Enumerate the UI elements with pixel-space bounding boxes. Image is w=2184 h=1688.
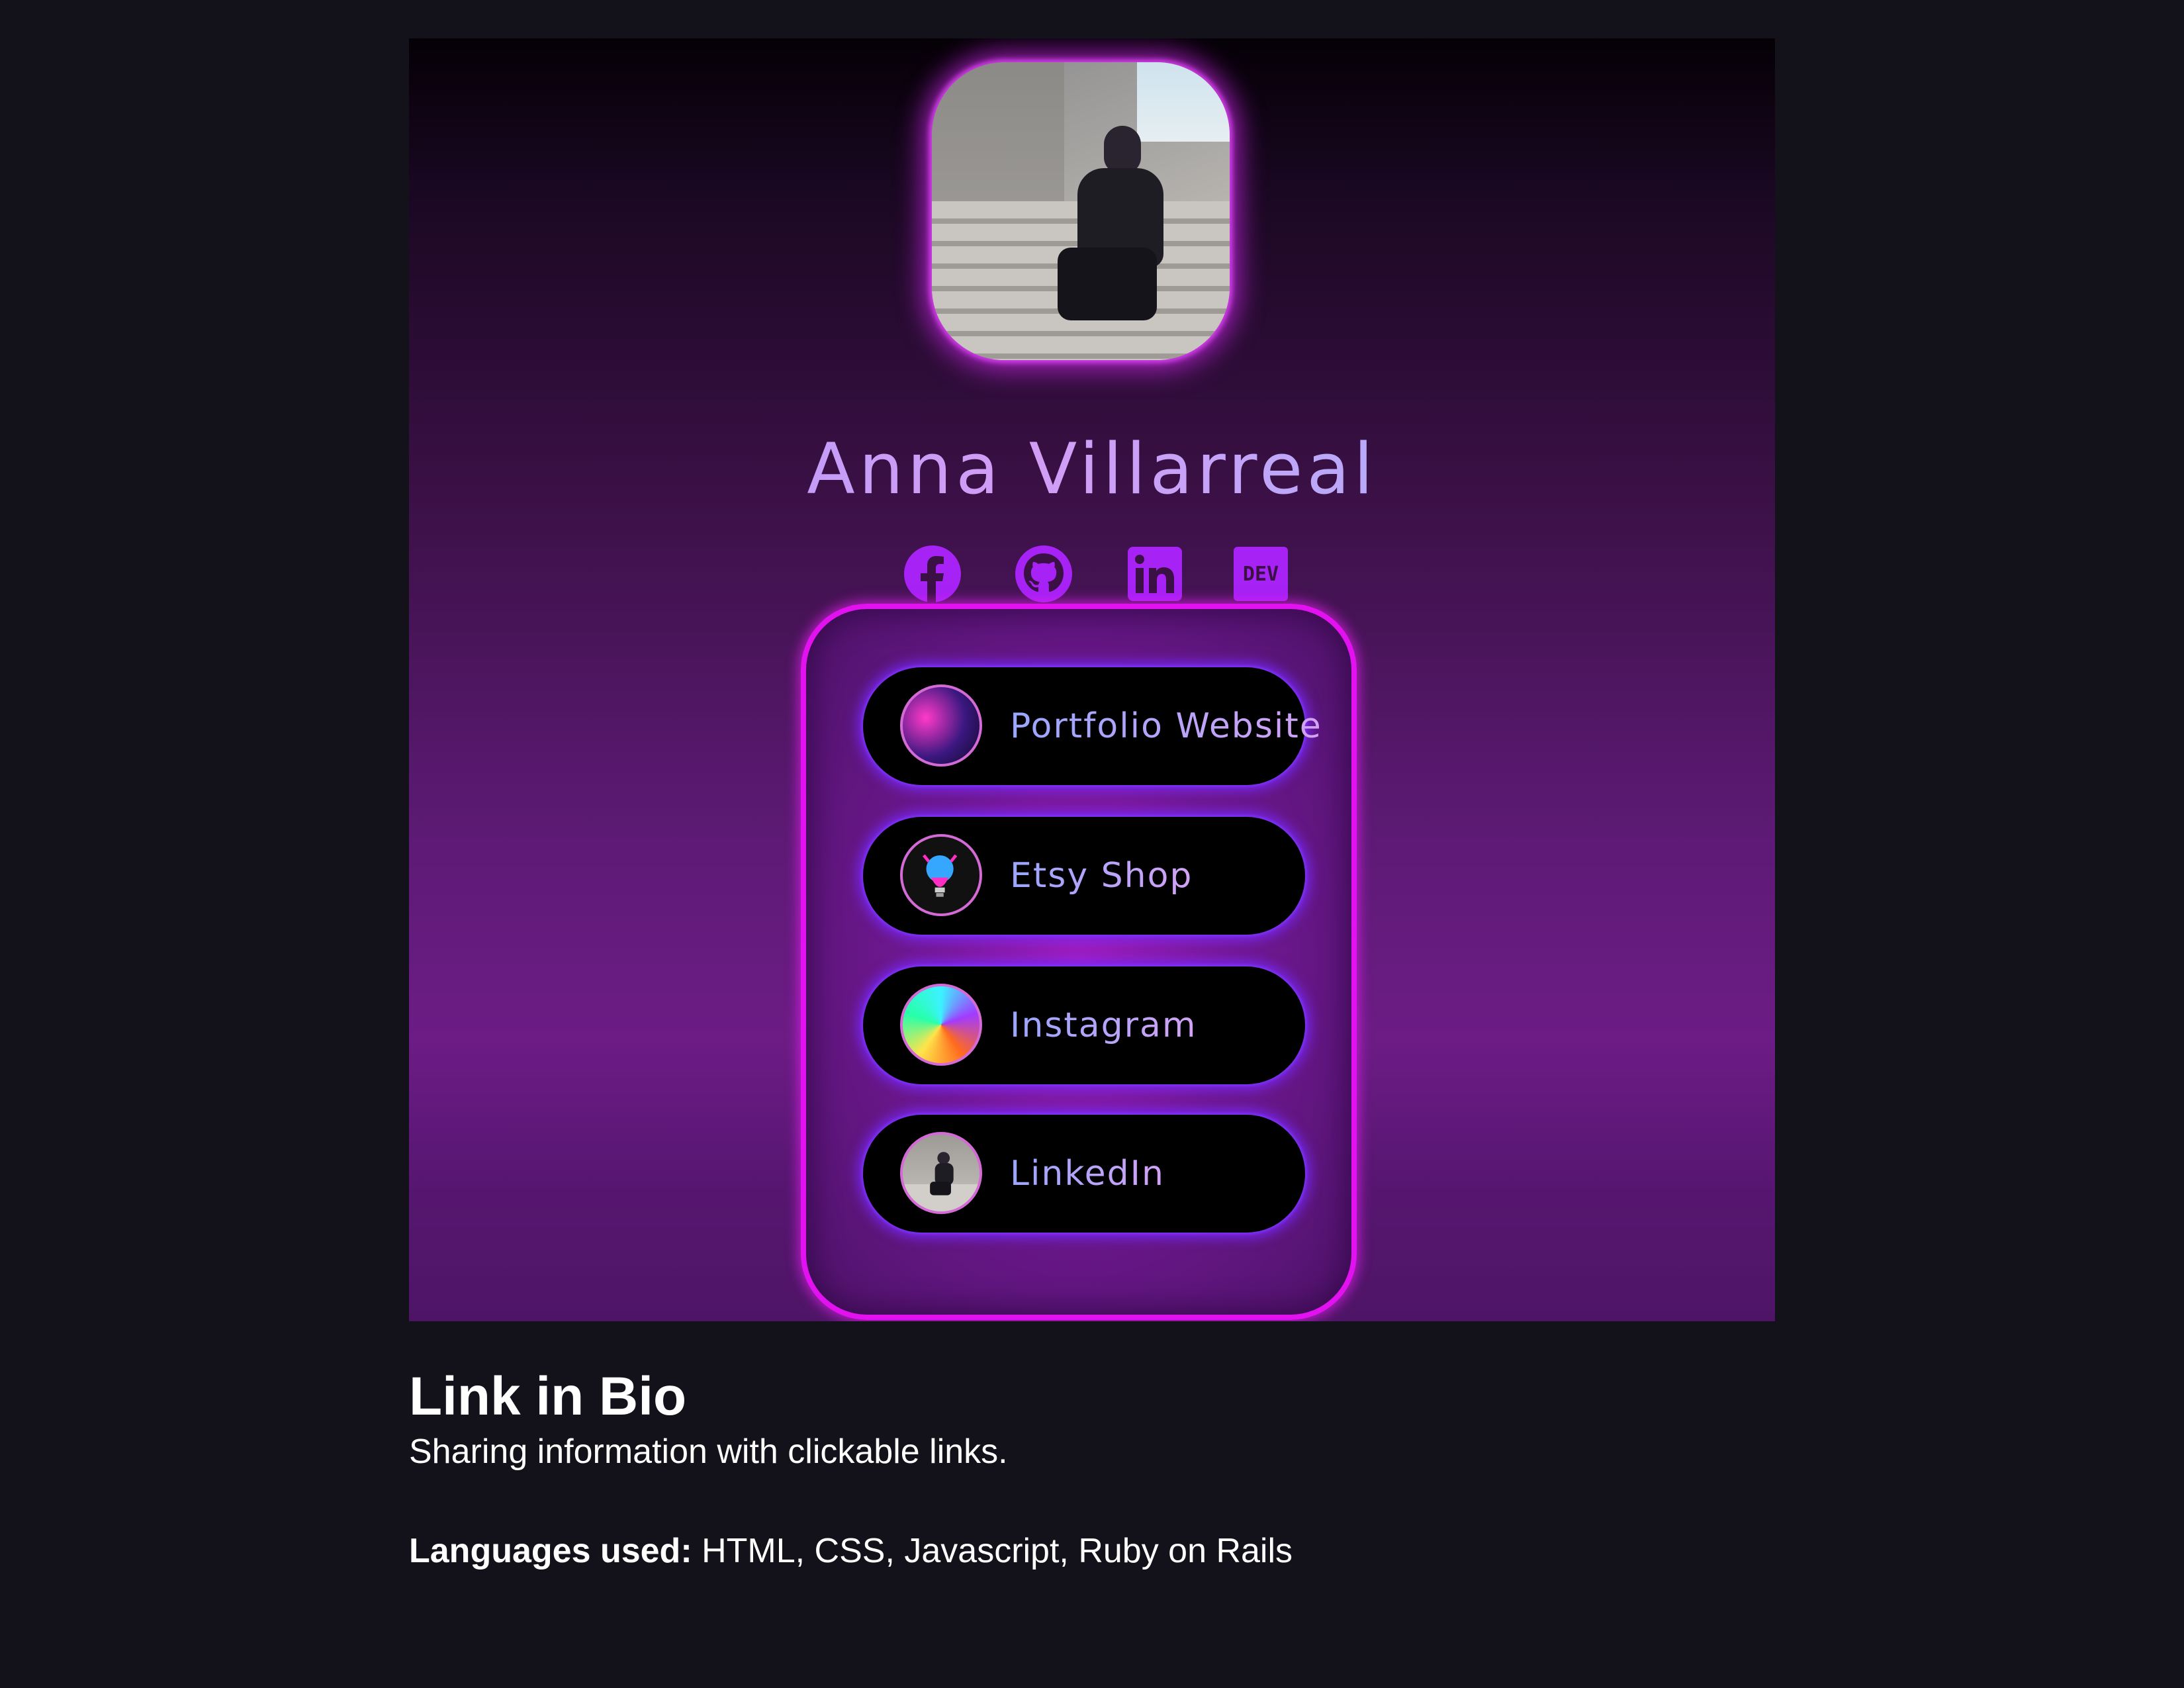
project-title: Link in Bio [409,1366,687,1427]
languages-value: HTML, CSS, Javascript, Ruby on Rails [692,1532,1293,1570]
link-label-linkedin: LinkedIn [1010,1115,1165,1233]
portfolio-thumbnail [900,684,982,767]
etsy-thumbnail [900,834,982,916]
link-label-etsy: Etsy Shop [1010,817,1193,935]
instagram-thumbnail [900,984,982,1066]
languages-line: Languages used: HTML, CSS, Javascript, R… [409,1529,1997,1573]
links-card: Portfolio Website Etsy Shop Instagram Li… [801,604,1357,1320]
link-button-instagram[interactable]: Instagram [863,966,1305,1084]
project-caption: Link in Bio Sharing information with cli… [409,1364,1997,1573]
link-label-portfolio: Portfolio Website [1010,667,1322,785]
linkedin-icon[interactable] [1125,544,1185,604]
link-button-etsy[interactable]: Etsy Shop [863,817,1305,935]
link-button-linkedin[interactable]: LinkedIn [863,1115,1305,1233]
project-preview: Anna Villarreal DEV Portfolio Website Et… [409,38,1775,1321]
profile-avatar [932,62,1230,360]
facebook-icon[interactable] [903,544,962,604]
github-icon[interactable] [1014,544,1073,604]
languages-label: Languages used: [409,1532,692,1570]
link-label-instagram: Instagram [1010,966,1197,1084]
dev-icon[interactable]: DEV [1231,544,1291,604]
dev-icon-label: DEV [1243,563,1279,586]
profile-name: Anna Villarreal [409,426,1775,512]
project-description: Sharing information with clickable links… [409,1432,1008,1471]
link-button-portfolio[interactable]: Portfolio Website [863,667,1321,785]
linkedin-thumbnail [900,1132,982,1214]
social-icons: DEV [409,544,1775,604]
